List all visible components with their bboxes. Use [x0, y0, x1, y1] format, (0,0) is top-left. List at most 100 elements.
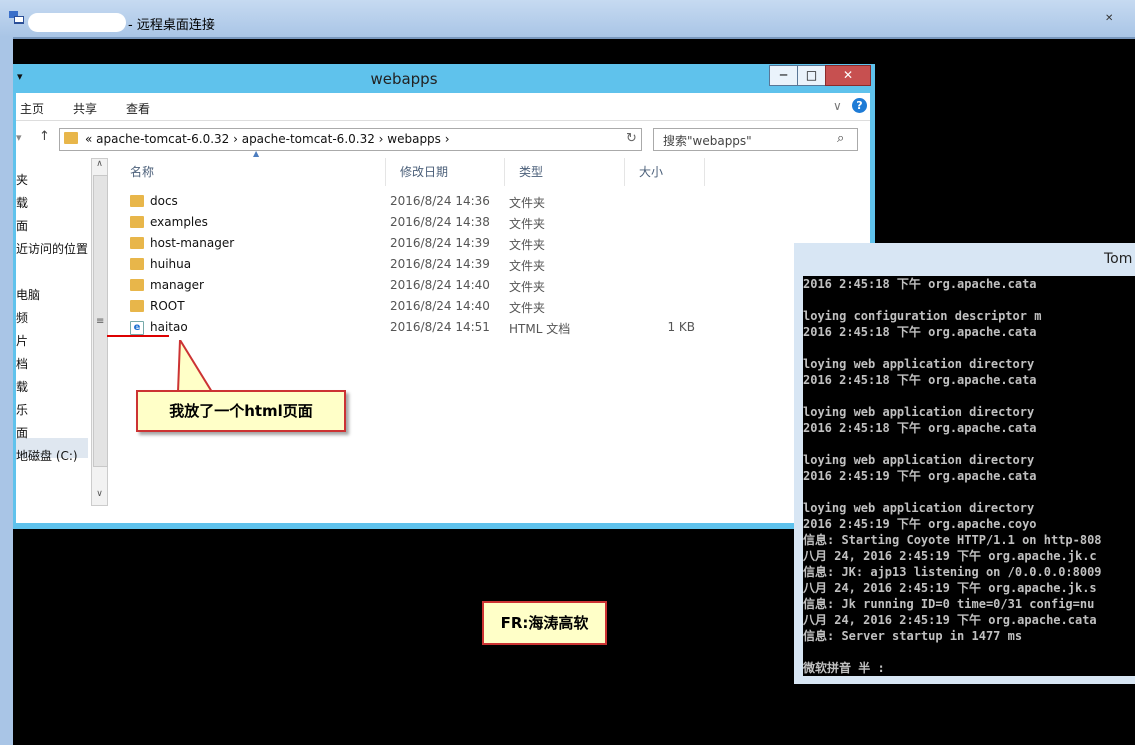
column-header-type[interactable]: 类型 [505, 158, 625, 186]
tab-home[interactable]: 主页 [20, 100, 44, 117]
nav-item[interactable]: 面 [16, 424, 28, 441]
annotation-underline [107, 335, 169, 337]
rdp-title: - 远程桌面连接 [128, 18, 215, 33]
console-line: 信息: JK: ajp13 listening on /0.0.0.0:8009 [803, 565, 1102, 579]
file-date: 2016/8/24 14:39 [390, 236, 490, 250]
ribbon: 主页 共享 查看 ∨ ? [16, 93, 870, 120]
ribbon-expand-icon[interactable]: ∨ [833, 99, 842, 113]
console-title: Tom [1104, 251, 1133, 267]
console-line: 信息: Jk running ID=0 time=0/31 config=nu [803, 597, 1095, 611]
file-name: huihua [150, 257, 192, 271]
close-button[interactable]: ✕ [825, 65, 871, 86]
nav-item[interactable]: 载 [16, 378, 28, 395]
file-row[interactable]: host-manager 2016/8/24 14:39 文件夹 [111, 233, 711, 254]
address-bar[interactable]: « apache-tomcat-6.0.32 › apache-tomcat-6… [59, 128, 642, 151]
breadcrumb[interactable]: « apache-tomcat-6.0.32 › apache-tomcat-6… [85, 132, 450, 146]
console-line: loying web application directory [803, 405, 1035, 419]
column-header-date[interactable]: 修改日期 [386, 158, 505, 186]
file-row[interactable]: docs 2016/8/24 14:36 文件夹 [111, 191, 711, 212]
nav-item[interactable]: 载 [16, 194, 28, 211]
rdp-left-border [0, 37, 13, 745]
console-line: 八月 24, 2016 2:45:19 下午 org.apache.jk.s [803, 581, 1097, 595]
file-list: ▲ 名称 修改日期 类型 大小 docs 2016/8/24 14:36 文件夹… [111, 149, 870, 523]
file-name: host-manager [150, 236, 235, 250]
recent-locations-icon[interactable]: ▾ [16, 131, 22, 144]
console-lines: 2016 2:45:18 下午 org.apache.cata loying c… [803, 276, 1135, 676]
folder-icon [130, 300, 144, 312]
file-date: 2016/8/24 14:38 [390, 215, 490, 229]
up-arrow-icon[interactable]: ↑ [39, 129, 50, 144]
file-type: 文件夹 [509, 259, 546, 273]
console-line: 信息: Server startup in 1477 ms [803, 629, 1023, 643]
file-row[interactable]: examples 2016/8/24 14:38 文件夹 [111, 212, 711, 233]
folder-icon [130, 237, 144, 249]
console-line: 八月 24, 2016 2:45:19 下午 org.apache.jk.c [803, 549, 1097, 563]
folder-icon [130, 216, 144, 228]
file-row[interactable]: manager 2016/8/24 14:40 文件夹 [111, 275, 711, 296]
file-row[interactable]: e haitao 2016/8/24 14:51 HTML 文档 1 KB [111, 317, 711, 338]
rdp-host-redacted [28, 13, 126, 32]
file-size: 1 KB [667, 320, 695, 334]
search-placeholder: 搜索"webapps" [663, 134, 752, 148]
column-header-size[interactable]: 大小 [625, 158, 705, 186]
search-icon[interactable]: ⌕ [837, 131, 844, 146]
note-callout: 我放了一个html页面 [136, 390, 346, 432]
search-input[interactable]: 搜索"webapps" ⌕ [653, 128, 858, 151]
file-name: docs [150, 194, 178, 208]
folder-icon [130, 195, 144, 207]
file-date: 2016/8/24 14:39 [390, 257, 490, 271]
minimize-button[interactable]: ─ [769, 65, 798, 86]
nav-item[interactable]: 电脑 [16, 286, 40, 303]
nav-item[interactable]: 乐 [16, 401, 28, 418]
file-name: ROOT [150, 299, 185, 313]
tomcat-console-window: Tom 2016 2:45:18 下午 org.apache.cata loyi… [794, 243, 1135, 684]
folder-icon [130, 258, 144, 270]
explorer-body: 夹 载 面 近访问的位置 电脑 频 片 档 载 乐 面 地磁盘 (C:) ∧ ≡… [16, 149, 870, 523]
rdp-close-button[interactable]: ✕ [1105, 13, 1129, 24]
file-type: 文件夹 [509, 196, 546, 210]
file-type: 文件夹 [509, 301, 546, 315]
explorer-titlebar[interactable]: ▾ webapps ─ □ ✕ [13, 64, 875, 92]
rdp-top-border [13, 37, 1135, 39]
console-line: 2016 2:45:18 下午 org.apache.cata [803, 421, 1037, 435]
refresh-icon[interactable]: ↻ [626, 131, 637, 146]
console-output: 2016 2:45:18 下午 org.apache.cata loying c… [803, 276, 1135, 676]
folder-icon [130, 279, 144, 291]
nav-item[interactable]: 面 [16, 217, 28, 234]
nav-item[interactable]: 片 [16, 332, 28, 349]
nav-item-local-disk[interactable]: 地磁盘 (C:) [16, 447, 78, 464]
folder-icon [64, 132, 78, 144]
sort-ascending-icon: ▲ [253, 149, 260, 158]
console-line: 八月 24, 2016 2:45:19 下午 org.apache.cata [803, 613, 1097, 627]
nav-item[interactable]: 频 [16, 309, 28, 326]
scroll-down-icon[interactable]: ∨ [92, 489, 107, 504]
help-icon[interactable]: ? [852, 98, 867, 113]
nav-item[interactable]: 夹 [16, 171, 28, 188]
maximize-button[interactable]: □ [797, 65, 826, 86]
file-date: 2016/8/24 14:40 [390, 278, 490, 292]
nav-item[interactable]: 档 [16, 355, 28, 372]
tab-share[interactable]: 共享 [73, 100, 97, 117]
nav-item[interactable]: 近访问的位置 [16, 240, 88, 257]
scroll-up-icon[interactable]: ∧ [92, 159, 107, 174]
window-title: webapps [370, 70, 438, 88]
tab-view[interactable]: 查看 [126, 100, 150, 117]
scroll-thumb[interactable]: ≡ [93, 175, 108, 467]
file-row[interactable]: ROOT 2016/8/24 14:40 文件夹 [111, 296, 711, 317]
address-row: ▾ ↑ « apache-tomcat-6.0.32 › apache-tomc… [16, 120, 870, 156]
column-header-name[interactable]: 名称 [116, 158, 386, 186]
grip-icon: ≡ [96, 316, 105, 327]
file-row[interactable]: huihua 2016/8/24 14:39 文件夹 [111, 254, 711, 275]
explorer-window: ▾ webapps ─ □ ✕ 主页 共享 查看 ∨ ? ▾ ↑ « apach… [13, 64, 875, 529]
console-line: 2016 2:45:19 下午 org.apache.coyo [803, 517, 1037, 531]
file-type: 文件夹 [509, 280, 546, 294]
callout-pointer [176, 340, 214, 393]
file-date: 2016/8/24 14:51 [390, 320, 490, 334]
nav-scrollbar[interactable]: ∧ ≡ ∨ [91, 158, 108, 506]
